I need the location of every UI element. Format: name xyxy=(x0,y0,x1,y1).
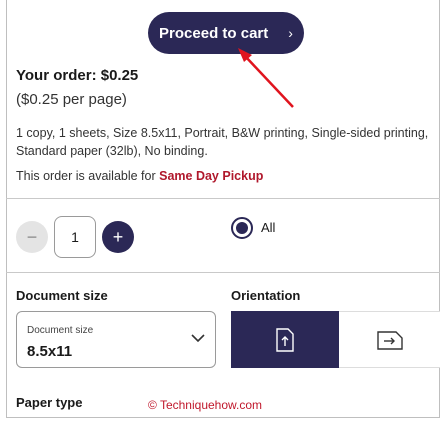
minus-icon: − xyxy=(26,226,38,247)
orientation-landscape-button[interactable] xyxy=(339,311,440,368)
plus-icon: + xyxy=(112,226,124,247)
divider xyxy=(6,272,440,273)
availability-text: This order is available for Same Day Pic… xyxy=(16,169,263,183)
orientation-heading: Orientation xyxy=(231,288,301,303)
order-total: Your order: $0.25 xyxy=(16,67,139,84)
document-size-select[interactable]: Document size 8.5x11 xyxy=(16,311,216,368)
proceed-to-cart-button[interactable]: Proceed to cart › xyxy=(148,12,304,54)
document-size-heading: Document size xyxy=(16,288,108,303)
watermark: © Techniquehow.com xyxy=(148,398,263,412)
quantity-input[interactable]: 1 xyxy=(54,216,96,258)
landscape-icon xyxy=(376,330,403,350)
chevron-down-icon xyxy=(191,334,205,343)
quantity-value: 1 xyxy=(71,229,79,245)
divider xyxy=(6,198,440,199)
quantity-decrease-button[interactable]: − xyxy=(16,221,48,253)
paper-type-heading: Paper type xyxy=(16,395,83,410)
availability-prefix: This order is available for xyxy=(16,169,160,183)
document-size-value: 8.5x11 xyxy=(27,343,73,360)
same-day-pickup-label: Same Day Pickup xyxy=(159,169,264,183)
all-pages-label: All xyxy=(261,220,276,235)
quantity-increase-button[interactable]: + xyxy=(102,221,134,253)
price-per-page: ($0.25 per page) xyxy=(16,91,127,108)
radio-selected-dot xyxy=(236,222,248,234)
orientation-portrait-button[interactable] xyxy=(231,311,339,368)
proceed-to-cart-label: Proceed to cart xyxy=(159,24,269,42)
chevron-right-icon: › xyxy=(288,25,293,41)
document-size-field-label: Document size xyxy=(27,325,94,336)
all-pages-radio[interactable] xyxy=(231,217,253,239)
portrait-icon xyxy=(276,327,294,352)
order-details: 1 copy, 1 sheets, Size 8.5x11, Portrait,… xyxy=(16,126,429,158)
